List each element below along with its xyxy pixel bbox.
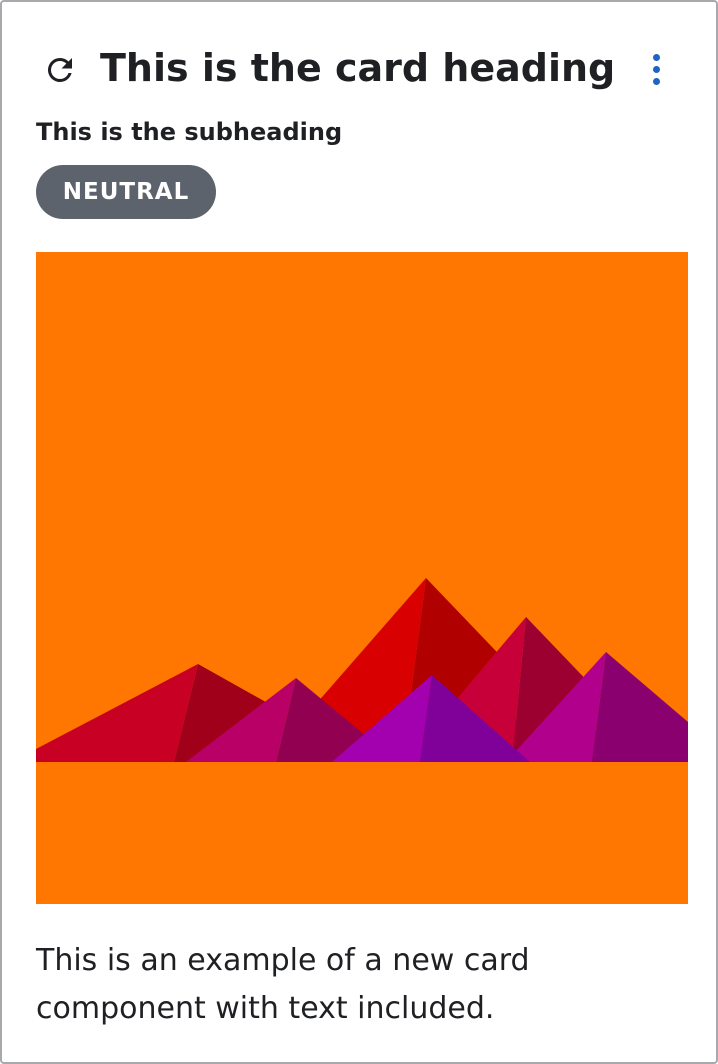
refresh-button[interactable]	[40, 50, 80, 90]
card-heading: This is the card heading	[100, 46, 616, 90]
card-body-text: This is an example of a new card compone…	[36, 943, 530, 1026]
mountain-illustration	[36, 252, 688, 904]
card-subheading: This is the subheading	[36, 118, 343, 146]
card: This is the card heading This is the sub…	[0, 0, 718, 1064]
refresh-icon	[47, 57, 72, 82]
more-options-button[interactable]	[638, 48, 674, 90]
kebab-menu-icon	[652, 53, 660, 85]
status-badge: NEUTRAL	[36, 165, 216, 219]
